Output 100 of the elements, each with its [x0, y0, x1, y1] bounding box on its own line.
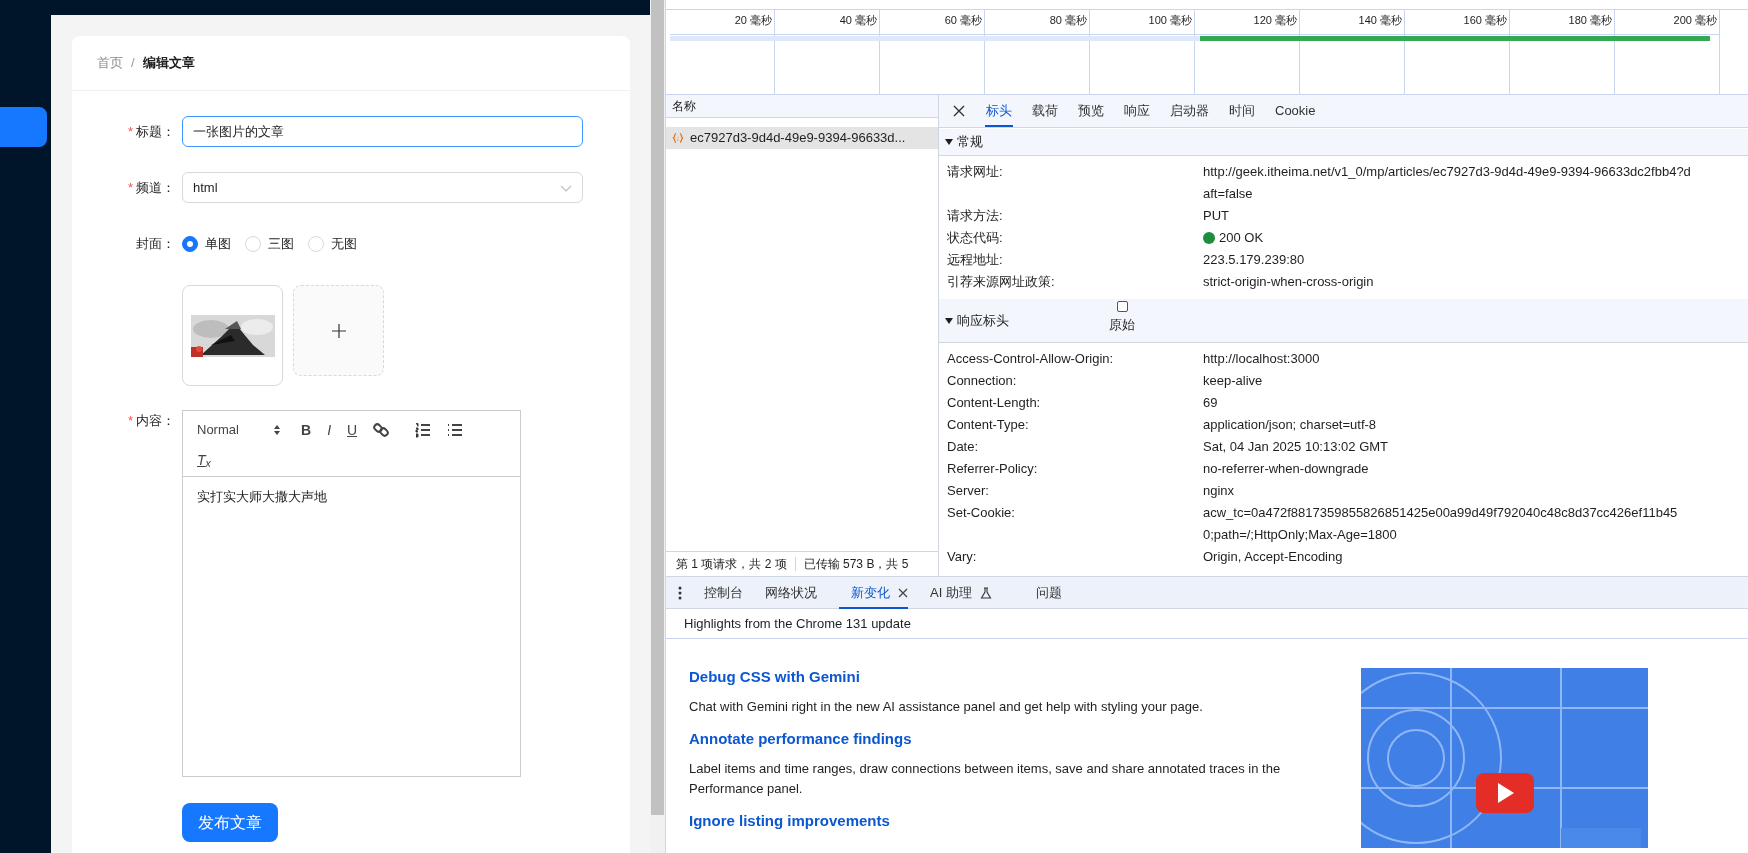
drawer-tab[interactable]: 问题	[1035, 577, 1062, 609]
close-icon[interactable]	[898, 587, 908, 598]
detail-tab[interactable]: 预览	[1077, 97, 1105, 127]
detail-tab[interactable]: 载荷	[1031, 97, 1059, 127]
more-menu-icon[interactable]	[678, 585, 682, 600]
breadcrumb-separator: /	[131, 54, 135, 73]
article-title[interactable]: Ignore listing improvements	[689, 807, 1329, 835]
header-value: nginx	[1203, 482, 1235, 500]
header-name: Vary:	[947, 548, 978, 566]
detail-tab[interactable]: Cookie	[1274, 97, 1317, 127]
status-text: 已传输 573 B，共 5	[803, 556, 909, 573]
column-header[interactable]: 名称	[666, 95, 938, 118]
header-name: 状态代码:	[947, 229, 1004, 247]
scrollbar-thumb[interactable]	[651, 0, 664, 815]
bullet-list-icon[interactable]	[447, 422, 464, 438]
status-text: 第 1 项请求，共 2 项	[676, 556, 787, 573]
header-value: 0;path=/;HttpOnly;Max-Age=1800	[1203, 526, 1398, 544]
breadcrumb-current: 编辑文章	[142, 54, 195, 73]
braces-icon	[672, 132, 684, 144]
header-name: Connection:	[947, 372, 1018, 390]
field-label: 频道：	[136, 178, 175, 197]
header-value: 223.5.179.239:80	[1203, 251, 1305, 269]
header-name: Set-Cookie:	[947, 504, 1016, 522]
header-value: Sat, 04 Jan 2025 10:13:02 GMT	[1203, 438, 1388, 456]
header-value: Origin, Accept-Encoding	[1203, 548, 1343, 566]
required-mark: *	[127, 178, 133, 197]
header-value: application/json; charset=utf-8	[1203, 416, 1377, 434]
breadcrumb-link[interactable]: 首页	[97, 53, 123, 73]
detail-tab[interactable]: 响应	[1123, 97, 1151, 127]
drawer-tab[interactable]: 网络状况	[765, 577, 817, 609]
section-header[interactable]: 常规	[939, 129, 1748, 156]
header-value: PUT	[1203, 207, 1229, 225]
clear-format-button[interactable]: T$_{x}$	[197, 449, 211, 471]
drawer-tab[interactable]: 新变化	[839, 577, 908, 609]
header-name: Content-Type:	[947, 416, 1030, 434]
header-value: aft=false	[1203, 185, 1254, 203]
drawer-tab[interactable]: AI 助理	[930, 577, 992, 609]
tick-label: 60 毫秒	[944, 13, 982, 28]
header-value: http://localhost:3000	[1203, 350, 1320, 368]
publish-button[interactable]: 发布文章	[182, 803, 278, 842]
field-label: 封面：	[136, 235, 175, 254]
bold-button[interactable]: B	[301, 419, 312, 441]
radio-option[interactable]: 无图	[308, 234, 357, 254]
header-name: 引荐来源网址政策:	[947, 273, 1056, 291]
header-name: Content-Length:	[947, 394, 1042, 412]
required-mark: *	[127, 122, 133, 141]
ordered-list-icon[interactable]	[415, 422, 432, 438]
article-text: Chat with Gemini right in the new AI assistance panel and get help with styling your page.	[689, 698, 1204, 716]
editor-text[interactable]: 实打实大师大撒大声地	[183, 477, 520, 507]
header-name: 请求网址:	[947, 163, 1004, 181]
title-input[interactable]: 一张图片的文章	[182, 116, 583, 147]
tick-label: 180 毫秒	[1568, 13, 1612, 28]
section-header[interactable]: 响应标头 原始	[939, 299, 1748, 343]
tick-label: 40 毫秒	[839, 13, 877, 28]
radio-option[interactable]: 三图	[245, 234, 294, 254]
header-value: strict-origin-when-cross-origin	[1203, 273, 1374, 291]
header-value: 200 OK	[1219, 229, 1264, 247]
plus-icon	[331, 323, 346, 338]
tick-label: 120 毫秒	[1253, 13, 1297, 28]
sort-arrows-icon	[273, 424, 281, 436]
raw-toggle[interactable]: 原始	[1109, 301, 1135, 335]
underline-button[interactable]: U	[347, 419, 358, 441]
caret-down-icon	[945, 316, 953, 325]
header-name: Access-Control-Allow-Origin:	[947, 350, 1115, 368]
italic-button[interactable]: I	[327, 419, 331, 441]
header-name: Server:	[947, 482, 990, 500]
tick-label: 100 毫秒	[1148, 13, 1192, 28]
article-title[interactable]: Debug CSS with Gemini	[689, 663, 1329, 691]
tick-label: 20 毫秒	[734, 13, 772, 28]
caret-down-icon	[945, 138, 953, 146]
header-value: no-referrer-when-downgrade	[1203, 460, 1369, 478]
detail-tab[interactable]: 标头	[985, 97, 1013, 127]
request-row[interactable]: ec7927d3-9d4d-49e9-9394-96633d...	[666, 127, 938, 149]
article-text: Label items and time ranges, draw connections between items, save and share annotated traces in the Performance panel.	[689, 760, 1282, 798]
header-value: acw_tc=0a472f8817359855826851425e00a99d49f792040c48c8d37cc426ef11b45	[1203, 504, 1678, 522]
detail-tab[interactable]: 时间	[1228, 97, 1256, 127]
header-name: 请求方法:	[947, 207, 1004, 225]
tick-label: 140 毫秒	[1358, 13, 1402, 28]
tick-label: 160 毫秒	[1463, 13, 1507, 28]
header-value: http://geek.itheima.net/v1_0/mp/articles/ec7927d3-9d4d-49e9-9394-96633dc2fbb4?d	[1203, 163, 1691, 181]
field-label: 标题：	[136, 122, 175, 141]
header-value: 69	[1203, 394, 1218, 412]
drawer-tab[interactable]: 控制台	[704, 577, 743, 609]
radio-option[interactable]: 单图	[182, 234, 231, 254]
tick-label: 200 毫秒	[1673, 13, 1717, 28]
detail-tab[interactable]: 启动器	[1169, 97, 1210, 127]
image-thumbnail[interactable]	[182, 285, 283, 386]
channel-select[interactable]: html	[182, 172, 583, 203]
header-name: Date:	[947, 438, 980, 456]
header-value: keep-alive	[1203, 372, 1263, 390]
link-icon[interactable]	[373, 422, 390, 438]
flask-icon	[979, 586, 992, 599]
required-mark: *	[127, 412, 133, 430]
close-icon[interactable]	[953, 105, 965, 117]
header-select[interactable]: Normal	[197, 419, 281, 441]
tick-label: 80 毫秒	[1049, 13, 1087, 28]
article-title[interactable]: Annotate performance findings	[689, 725, 1329, 753]
header-name: 远程地址:	[947, 251, 1004, 269]
header-name: Referrer-Policy:	[947, 460, 1039, 478]
status-dot-icon	[1203, 232, 1215, 244]
